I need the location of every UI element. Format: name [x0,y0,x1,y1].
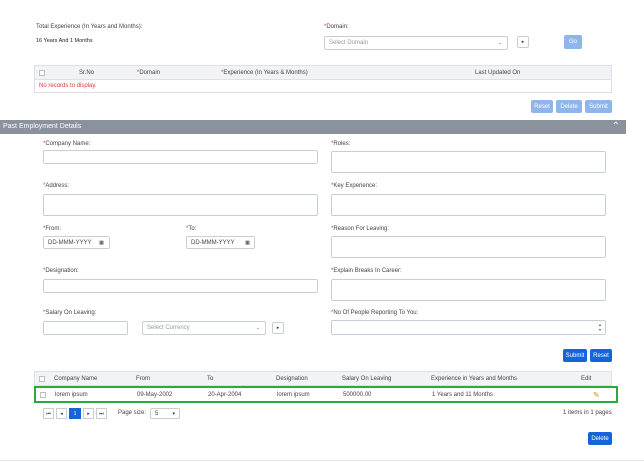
from-calendar-icon[interactable]: ▦ [96,237,107,248]
cell-experience: 1 Years and 11 Months [432,391,493,398]
row-checkbox[interactable] [40,392,46,398]
page-size-label: Page size: [118,410,147,416]
col-header-salary: Salary On Leaving [342,375,392,382]
page-size-select[interactable]: 5 ▾ [150,408,180,419]
address-textarea[interactable] [43,194,318,216]
currency-select[interactable]: Select Currency ⌄ [142,321,266,335]
last-page-button[interactable]: ⏭ [96,408,107,419]
pager-summary: 1 items in 1 pages [563,410,612,416]
designation-input[interactable] [43,279,318,293]
past-employment-section-bar[interactable]: Past Employment Details ⌃ [0,120,626,134]
employment-reset-button[interactable]: Reset [590,349,612,362]
breaks-label: *Explain Breaks In Career: [331,268,402,274]
col-header-company: Company Name [54,375,98,382]
cell-designation: lorem ipsum [277,391,310,398]
roles-label: *Roles: [331,141,351,147]
company-name-label: *Company Name: [43,141,91,147]
cell-to: 20-Apr-2004 [208,391,242,398]
col-header-experience: Experience in Years and Months [431,375,518,382]
first-page-button[interactable]: ⏮ [43,408,54,419]
reporting-input[interactable]: ▴ ▾ [331,320,606,335]
domain-select-placeholder: Select Domain [329,40,369,46]
breaks-textarea[interactable] [331,279,606,301]
reason-textarea[interactable] [331,236,606,258]
col-header-designation: Designation [276,375,308,382]
prev-page-button[interactable]: ◂ [56,408,67,419]
chevron-up-icon[interactable]: ⌃ [612,121,620,132]
page-1-button[interactable]: 1 [69,408,81,419]
to-label: *To: [186,226,197,232]
play-icon: ▸ [276,325,280,331]
stepper-icon[interactable]: ▴ ▾ [599,322,601,332]
domain-arrow-button[interactable]: ▸ [517,36,529,48]
go-button[interactable]: Go [564,35,582,49]
currency-select-placeholder: Select Currency [147,325,190,331]
domain-submit-button[interactable]: Submit [585,100,612,113]
to-calendar-icon[interactable]: ▦ [242,237,253,248]
address-label: *Address: [43,183,70,189]
caret-down-icon: ▾ [172,411,175,417]
col-header-domain: *Domain [137,69,161,76]
key-experience-label: *Key Experience: [331,183,378,189]
roles-textarea[interactable] [331,151,606,173]
col-header-srno: Sr.No [79,69,95,76]
reporting-label: *No Of People Reporting To You: [331,310,419,316]
salary-input[interactable] [43,321,128,335]
select-all-checkbox[interactable] [39,70,45,76]
col-header-to: To [207,375,214,382]
designation-label: *Designation: [43,268,79,274]
next-page-button[interactable]: ▸ [83,408,94,419]
pencil-icon[interactable]: ✎ [593,390,600,399]
chevron-down-icon: ⌄ [497,40,502,46]
employment-delete-button[interactable]: Delete [588,432,612,445]
section-title: Past Employment Details [3,123,82,130]
from-label: *From: [43,226,62,232]
select-all-checkbox[interactable] [39,376,45,382]
col-header-from: From [136,375,150,382]
salary-label: *Salary On Leaving: [43,310,97,316]
domain-grid-body: No records to display. [34,80,612,93]
domain-grid-header: Sr.No *Domain *Experience (In Years & Mo… [34,65,612,80]
domain-label: *Domain: [324,24,349,30]
total-experience-label: Total Experience (In Years and Months): [36,24,143,30]
company-name-input[interactable] [43,150,318,164]
employment-grid-header: Company Name From To Designation Salary … [34,371,612,386]
cell-from: 09-May-2002 [137,391,173,398]
cell-salary: 500000.00 [343,391,372,398]
page-size-value: 5 [155,410,159,417]
chevron-down-icon: ⌄ [255,325,260,331]
play-icon: ▸ [521,39,525,45]
key-experience-textarea[interactable] [331,194,606,216]
col-header-edit: Edit [581,375,592,382]
currency-arrow-button[interactable]: ▸ [272,322,284,334]
to-date-placeholder: DD-MMM-YYYY [191,239,235,246]
cell-company: lorem ipsum [55,391,88,398]
reason-label: *Reason For Leaving: [331,226,390,232]
domain-reset-button[interactable]: Reset [531,100,553,113]
domain-select[interactable]: Select Domain ⌄ [324,36,508,50]
total-experience-value: 16 Years And 1 Months [36,38,93,44]
no-records-message: No records to display. [39,83,97,89]
col-header-experience: *Experience (In Years & Months) [221,69,308,76]
domain-delete-button[interactable]: Delete [556,100,582,113]
from-date-placeholder: DD-MMM-YYYY [48,239,92,246]
table-row[interactable]: lorem ipsum 09-May-2002 20-Apr-2004 lore… [34,386,618,403]
footer-divider [0,460,644,461]
employment-submit-button[interactable]: Submit [563,349,587,362]
col-header-last-updated: Last Updated On [475,69,521,76]
